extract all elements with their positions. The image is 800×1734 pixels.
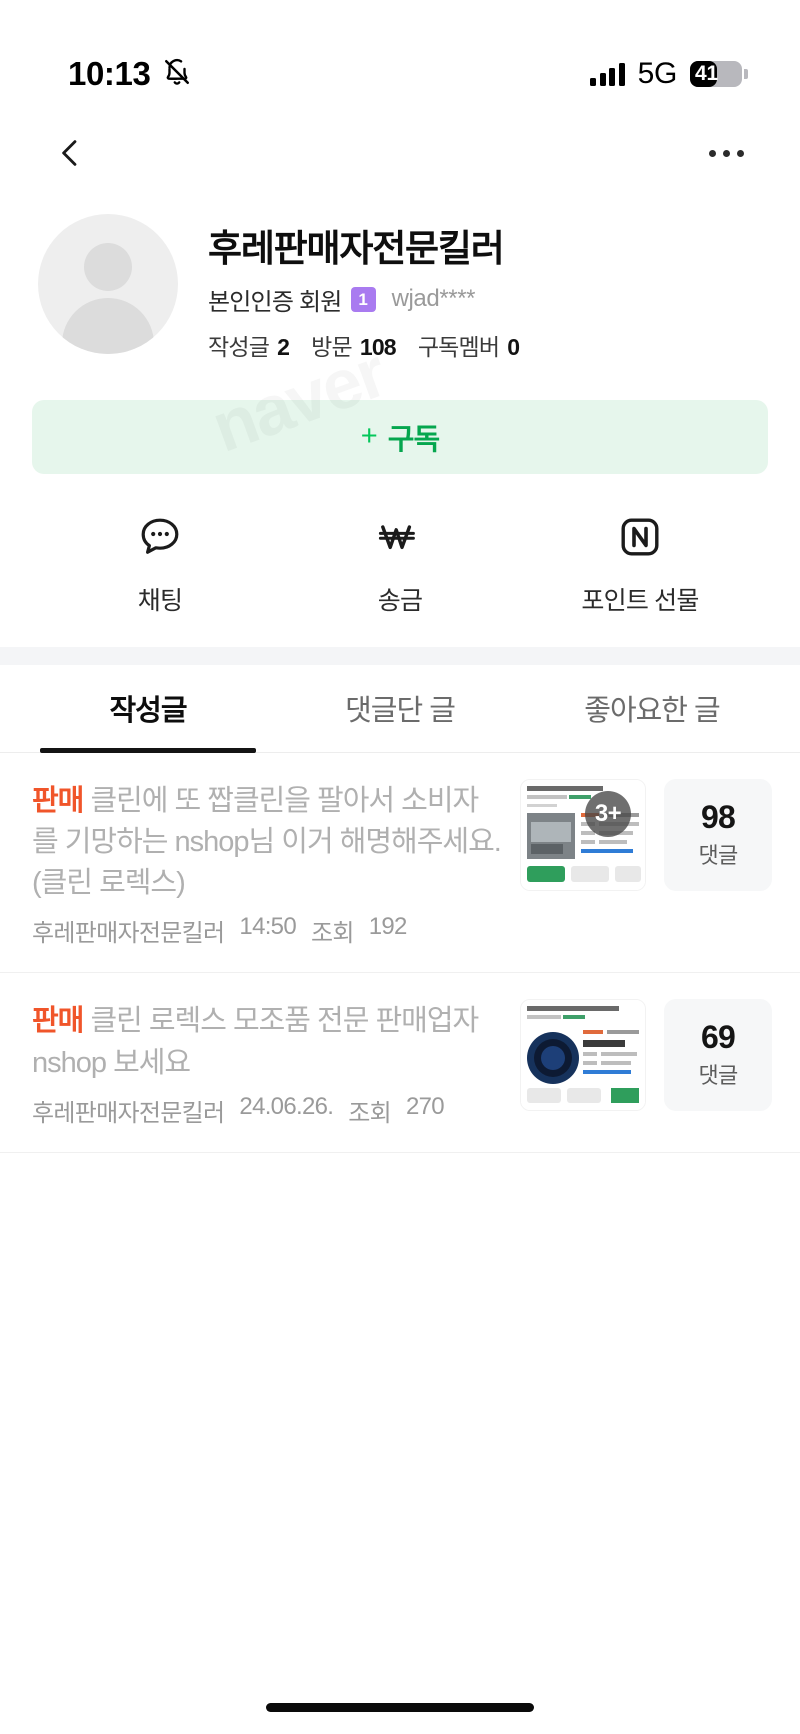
- post-list-item[interactable]: 판매 클린 로렉스 모조품 전문 판매업자 nshop 보세요 후레판매자전문킬…: [0, 973, 800, 1153]
- grade-badge: 1: [350, 286, 376, 312]
- tab-liked-posts-label: 좋아요한 글: [584, 695, 720, 728]
- stat-subscribers-value: 0: [507, 333, 520, 360]
- post-meta: 후레판매자전문킬러 24.06.26. 조회 270: [32, 1093, 502, 1128]
- stat-visits: 방문 108: [311, 328, 397, 362]
- more-dot: [736, 149, 744, 157]
- profile-info: 후레판매자전문킬러 본인인증 회원 1 wjad**** 작성글 2 방문 10…: [208, 214, 541, 362]
- status-bar-right: 5G 41: [590, 57, 748, 91]
- tab-my-posts-label: 작성글: [109, 695, 187, 728]
- home-indicator: [266, 1703, 534, 1712]
- stat-subscribers-label: 구독멤버: [417, 333, 500, 360]
- status-bar: 10:13 5G 41: [0, 0, 800, 110]
- bell-slash-icon: [162, 57, 192, 92]
- user-id-label: wjad****: [391, 285, 476, 313]
- post-content: 판매 클린에 또 짭클린을 팔아서 소비자를 기망하는 nshop님 이거 해명…: [32, 779, 502, 949]
- post-author: 후레판매자전문킬러: [32, 1099, 225, 1127]
- chat-bubble-icon: [133, 510, 187, 564]
- post-title: 판매 클린에 또 짭클린을 팔아서 소비자를 기망하는 nshop님 이거 해명…: [32, 781, 502, 905]
- post-tag: 판매: [32, 784, 84, 817]
- post-meta: 후레판매자전문킬러 14:50 조회 192: [32, 913, 502, 948]
- more-dot: [708, 149, 716, 157]
- action-row: 채팅 송금 포인트 선물: [0, 474, 800, 647]
- section-divider: [0, 646, 800, 665]
- tab-my-posts[interactable]: 작성글: [22, 665, 274, 754]
- profile-stats: 작성글 2 방문 108 구독멤버 0: [208, 328, 541, 362]
- comment-count-value: 69: [701, 1019, 736, 1056]
- tab-commented-posts-label: 댓글단 글: [345, 695, 456, 728]
- network-type-label: 5G: [637, 57, 678, 90]
- action-chat-label: 채팅: [137, 586, 183, 615]
- more-options-button[interactable]: [698, 125, 754, 181]
- thumbnail-image: [521, 779, 645, 890]
- post-title-text: 클린 로렉스 모조품 전문 판매업자 nshop 보세요: [32, 1005, 479, 1079]
- stat-visits-value: 108: [359, 333, 397, 360]
- post-content: 판매 클린 로렉스 모조품 전문 판매업자 nshop 보세요 후레판매자전문킬…: [32, 999, 502, 1127]
- tab-commented-posts[interactable]: 댓글단 글: [274, 665, 526, 752]
- stat-subscribers: 구독멤버 0: [417, 328, 520, 362]
- won-currency-icon: [373, 510, 427, 564]
- action-point-gift-label: 포인트 선물: [581, 586, 699, 615]
- subscribe-button[interactable]: + 구독: [32, 399, 768, 474]
- post-tag: 판매: [32, 1005, 84, 1038]
- comment-count-label: 댓글: [698, 1063, 738, 1089]
- subscribe-label: 구독: [387, 423, 440, 456]
- thumbnail-image: [521, 1000, 645, 1111]
- back-button[interactable]: [42, 125, 98, 181]
- post-title: 판매 클린 로렉스 모조품 전문 판매업자 nshop 보세요: [32, 1001, 502, 1083]
- profile-header: 후레판매자전문킬러 본인인증 회원 1 wjad**** 작성글 2 방문 10…: [0, 196, 800, 362]
- chevron-left-icon: [62, 140, 77, 166]
- post-thumbnail[interactable]: 3+: [520, 778, 646, 891]
- battery-icon: 41: [690, 61, 748, 87]
- post-date: 24.06.26.: [239, 1092, 334, 1120]
- post-views-value: 192: [368, 913, 408, 941]
- status-bar-left: 10:13: [68, 55, 192, 93]
- action-transfer[interactable]: 송금: [280, 510, 520, 617]
- post-views-label: 조회: [348, 1099, 391, 1127]
- avatar[interactable]: [38, 214, 178, 354]
- stat-posts: 작성글 2: [208, 328, 290, 362]
- post-views-value: 270: [405, 1092, 445, 1120]
- signal-strength-icon: [590, 62, 625, 86]
- content-tabs: 작성글 댓글단 글 좋아요한 글: [0, 665, 800, 754]
- plus-icon: +: [360, 420, 378, 453]
- action-chat[interactable]: 채팅: [40, 510, 280, 617]
- post-views-label: 조회: [310, 920, 354, 948]
- thumbnail-count-badge: 3+: [585, 790, 631, 837]
- action-transfer-label: 송금: [377, 586, 423, 615]
- comment-count-label: 댓글: [698, 842, 738, 868]
- profile-grade-row: 본인인증 회원 1 wjad****: [208, 282, 541, 317]
- stat-visits-label: 방문: [311, 333, 353, 360]
- default-avatar-icon: [84, 243, 132, 291]
- status-time: 10:13: [68, 55, 151, 92]
- post-title-text: 클린에 또 짭클린을 팔아서 소비자를 기망하는 nshop님 이거 해명해주세…: [32, 784, 502, 900]
- more-dot: [722, 149, 730, 157]
- grade-label: 본인인증 회원: [208, 288, 342, 316]
- subscribe-section: + 구독: [0, 362, 800, 474]
- post-thumbnail[interactable]: [520, 999, 646, 1112]
- stat-posts-value: 2: [277, 333, 290, 360]
- naver-point-icon: [613, 510, 667, 564]
- tab-liked-posts[interactable]: 좋아요한 글: [526, 665, 778, 752]
- app-screen: 10:13 5G 41 후레판매자전문킬러 본인인증 회원 1 wjad****…: [0, 0, 800, 1734]
- profile-nickname: 후레판매자전문킬러: [208, 228, 505, 269]
- post-date: 14:50: [239, 913, 296, 941]
- comment-count-box[interactable]: 69 댓글: [664, 999, 772, 1112]
- top-navigation-bar: [0, 110, 800, 196]
- comment-count-value: 98: [701, 798, 736, 835]
- action-point-gift[interactable]: 포인트 선물: [520, 510, 760, 617]
- post-list-item[interactable]: 판매 클린에 또 짭클린을 팔아서 소비자를 기망하는 nshop님 이거 해명…: [0, 753, 800, 974]
- stat-posts-label: 작성글: [208, 333, 270, 360]
- comment-count-box[interactable]: 98 댓글: [664, 778, 772, 891]
- post-author: 후레판매자전문킬러: [32, 920, 225, 948]
- avatar-body-shape: [62, 298, 154, 354]
- battery-percent-label: 41: [695, 62, 718, 85]
